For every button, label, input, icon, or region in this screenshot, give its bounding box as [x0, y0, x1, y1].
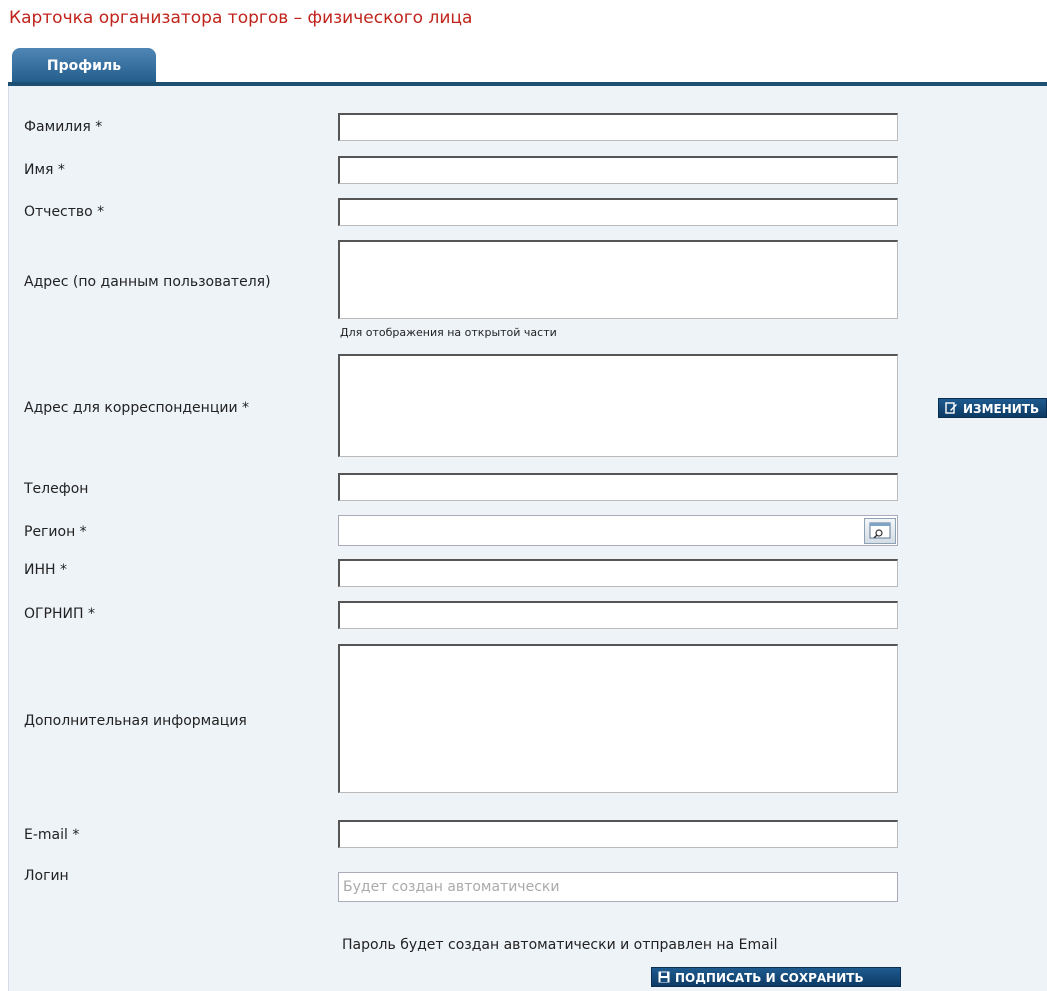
change-button[interactable]: ИЗМЕНИТЬ [938, 398, 1047, 418]
last-name-field[interactable] [338, 113, 898, 141]
sign-and-save-label: ПОДПИСАТЬ И СОХРАНИТЬ [675, 971, 864, 985]
corr-address-label: Адрес для корреспонденции * [24, 400, 250, 416]
region-lookup-button[interactable] [864, 518, 896, 544]
extra-info-field[interactable] [338, 644, 898, 793]
address-label: Адрес (по данным пользователя) [24, 274, 271, 290]
region-field[interactable] [338, 515, 898, 546]
change-button-label: ИЗМЕНИТЬ [963, 402, 1040, 416]
inn-field[interactable] [338, 559, 898, 587]
corr-address-field[interactable] [338, 354, 898, 457]
floppy-disk-icon [658, 969, 670, 989]
sign-and-save-button[interactable]: ПОДПИСАТЬ И СОХРАНИТЬ [651, 967, 901, 987]
inn-label: ИНН * [24, 562, 67, 578]
ogrnip-field[interactable] [338, 601, 898, 629]
patronymic-label: Отчество * [24, 204, 105, 220]
region-label: Регион * [24, 524, 87, 540]
email-field[interactable] [338, 820, 898, 848]
last-name-label: Фамилия * [24, 119, 103, 135]
ogrnip-label: ОГРНИП * [24, 606, 95, 622]
phone-label: Телефон [24, 481, 89, 497]
page-title: Карточка организатора торгов – физическо… [9, 8, 473, 28]
tab-profile[interactable]: Профиль [12, 48, 156, 82]
extra-info-label: Дополнительная информация [24, 713, 247, 729]
edit-icon [945, 400, 958, 420]
tab-bar: Профиль [8, 48, 1047, 86]
login-field: Будет создан автоматически [338, 872, 898, 902]
first-name-label: Имя * [24, 162, 65, 178]
address-hint: Для отображения на открытой части [340, 326, 557, 339]
email-label: E-mail * [24, 827, 80, 843]
lookup-window-icon [869, 522, 891, 539]
phone-field[interactable] [338, 473, 898, 501]
login-label: Логин [24, 868, 69, 884]
address-field[interactable] [338, 240, 898, 319]
password-note: Пароль будет создан автоматически и отпр… [342, 937, 778, 953]
patronymic-field[interactable] [338, 198, 898, 226]
first-name-field[interactable] [338, 156, 898, 184]
